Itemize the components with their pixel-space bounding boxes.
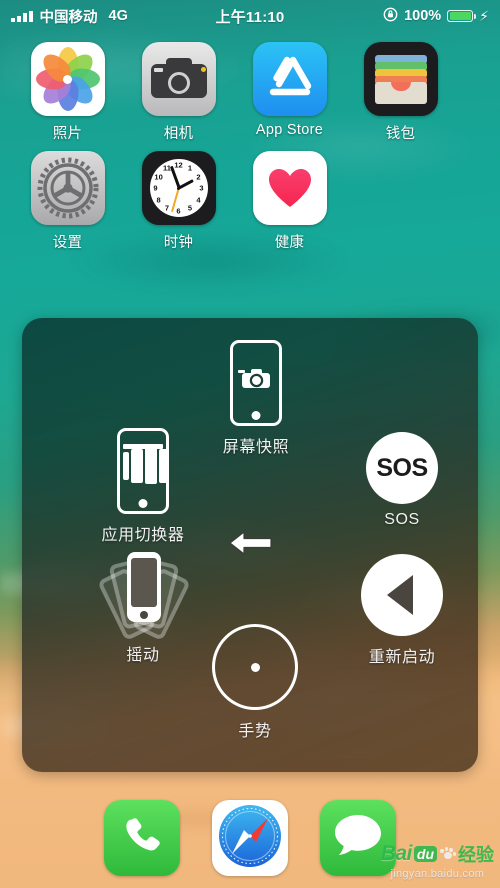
app-icon-health[interactable]: 健康 [234, 151, 345, 252]
sos-glyph: SOS [366, 432, 438, 504]
assistive-item-app-switcher[interactable]: 应用切换器 [70, 428, 216, 545]
app-label: 时钟 [163, 235, 194, 251]
app-switcher-icon [117, 428, 169, 514]
app-label: 设置 [52, 235, 83, 251]
sos-icon: SOS [366, 432, 438, 504]
wallet-icon [363, 42, 438, 116]
battery-full-icon [447, 9, 476, 23]
charging-bolt-icon: ⚡ [479, 8, 489, 24]
dock-app-safari[interactable] [212, 800, 288, 876]
app-grid: 照片 相机 App Store 钱包 设置 12 1 2 3 4 5 6 7 8… [0, 42, 500, 260]
assistive-item-label: 重新启动 [368, 649, 436, 666]
assistive-item-restart[interactable]: 重新启动 [338, 554, 466, 667]
watermark-url: jingyan.baidu.com [390, 868, 485, 880]
app-icon-settings[interactable]: 设置 [12, 151, 123, 252]
assistive-item-label: 屏幕快照 [222, 439, 290, 456]
health-icon [252, 151, 327, 225]
clock-numeral: 7 [164, 203, 170, 213]
gestures-icon [212, 624, 298, 710]
paw-print-icon [439, 846, 456, 862]
back-arrow-icon[interactable] [228, 527, 274, 564]
iphone-home-screen: 中国移动 4G 上午11:10 100% ⚡ 照片 相机 App Store 钱… [0, 0, 500, 888]
app-label: App Store [255, 122, 324, 138]
clock-numeral: 8 [156, 195, 161, 204]
carrier-label: 中国移动 [39, 9, 98, 26]
camera-icon [141, 42, 216, 116]
clock-icon: 12 1 2 3 4 5 6 7 8 9 10 11 [141, 151, 216, 225]
status-bar: 中国移动 4G 上午11:10 100% ⚡ [0, 0, 500, 32]
app-icon-wallet[interactable]: 钱包 [345, 42, 456, 143]
clock-numeral: 10 [154, 172, 163, 181]
assistive-item-label: 手势 [238, 723, 272, 740]
app-icon-photos[interactable]: 照片 [12, 42, 123, 143]
shake-icon [95, 550, 191, 642]
signal-bars-icon [11, 10, 33, 22]
clock-numeral: 3 [199, 183, 204, 193]
rotation-lock-icon [383, 7, 398, 26]
clock-numeral: 12 [174, 160, 183, 170]
app-row-1: 照片 相机 App Store 钱包 [0, 42, 500, 143]
messages-bubble-icon [332, 811, 384, 866]
app-row-2: 设置 12 1 2 3 4 5 6 7 8 9 10 11 时钟 健康 [0, 151, 500, 252]
baidu-watermark: Bai du 经验 jingyan.baidu.com [381, 841, 494, 880]
screenshot-icon [230, 340, 282, 426]
settings-icon [30, 151, 105, 225]
watermark-jingyan: 经验 [458, 845, 494, 865]
restart-icon [361, 554, 443, 636]
clock-numeral: 9 [153, 183, 158, 193]
clock-numeral: 1 [187, 163, 193, 173]
app-label: 照片 [52, 126, 83, 142]
watermark-du: du [413, 846, 437, 862]
dock-app-phone[interactable] [104, 800, 180, 876]
assistive-item-gestures[interactable]: 手势 [205, 624, 305, 741]
network-type-label: 4G [108, 8, 128, 24]
clock-numeral: 5 [187, 203, 193, 213]
app-icon-app-store[interactable]: App Store [234, 42, 345, 143]
app-label: 相机 [163, 126, 194, 142]
app-label: 健康 [274, 235, 305, 251]
app-store-icon [252, 42, 327, 116]
safari-compass-icon [216, 802, 284, 875]
assistive-item-label: 应用切换器 [101, 527, 185, 544]
assistive-item-sos[interactable]: SOS SOS [344, 432, 460, 529]
clock-numeral: 2 [196, 172, 201, 181]
clock-numeral: 6 [176, 206, 181, 216]
clock-numeral: 4 [196, 195, 201, 204]
battery-percent-label: 100% [404, 8, 442, 24]
assistive-item-shake[interactable]: 摇动 [72, 550, 214, 665]
watermark-bai: Bai [380, 842, 413, 865]
assistive-item-screenshot[interactable]: 屏幕快照 [206, 340, 306, 457]
app-icon-camera[interactable]: 相机 [123, 42, 234, 143]
app-label: 钱包 [385, 126, 416, 142]
app-icon-clock[interactable]: 12 1 2 3 4 5 6 7 8 9 10 11 时钟 [123, 151, 234, 252]
assistive-item-label: SOS [384, 511, 420, 528]
clock-numeral: 11 [163, 163, 171, 173]
phone-icon [119, 813, 165, 864]
photos-icon [30, 42, 105, 116]
assistive-item-label: 摇动 [126, 647, 160, 664]
